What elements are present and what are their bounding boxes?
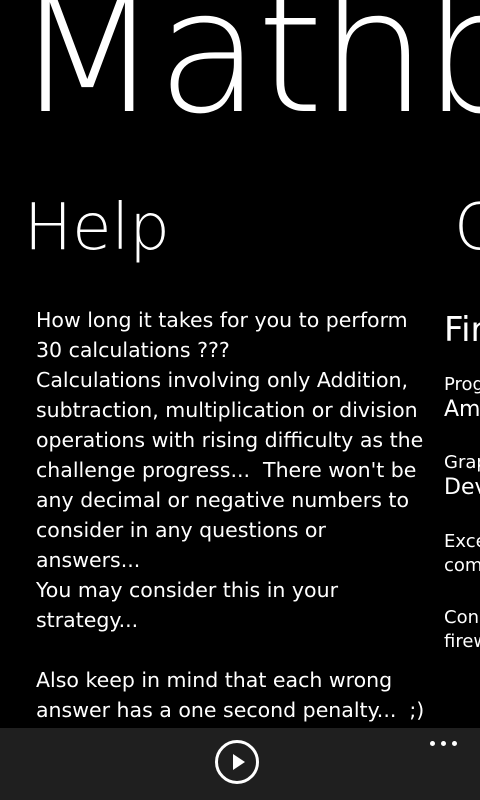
help-text: How long it takes for you to perform 30 … bbox=[36, 308, 425, 722]
ellipsis-icon bbox=[430, 741, 435, 746]
credits-note: Exce com bbox=[444, 530, 480, 578]
credits-item-programmer: Prog Am bbox=[444, 374, 480, 424]
more-options-button[interactable] bbox=[426, 732, 462, 752]
credits-item-value: Dev bbox=[444, 475, 480, 500]
panorama-title: Mathb bbox=[14, 0, 480, 152]
credits-note-line: firew bbox=[444, 631, 480, 652]
app-bar bbox=[0, 728, 480, 800]
help-section-header[interactable]: Help bbox=[24, 196, 170, 260]
credits-item-label: Grap bbox=[444, 452, 480, 473]
screen: Mathb Help C How long it takes for you t… bbox=[0, 0, 480, 800]
credits-item-value: Am bbox=[444, 397, 480, 422]
credits-item-graphics: Grap Dev bbox=[444, 452, 480, 502]
ellipsis-icon bbox=[452, 741, 457, 746]
play-button[interactable] bbox=[215, 740, 259, 784]
credits-panel: Fir Prog Am Grap Dev Exce com Con firew bbox=[444, 308, 480, 682]
credits-section-header[interactable]: C bbox=[454, 196, 480, 260]
ellipsis-icon bbox=[441, 741, 446, 746]
credits-title: Fir bbox=[444, 310, 480, 350]
credits-note: Con firew bbox=[444, 606, 480, 654]
credits-note-line: Exce bbox=[444, 531, 480, 552]
credits-item-label: Prog bbox=[444, 374, 480, 395]
play-icon bbox=[233, 754, 245, 770]
credits-note-line: Con bbox=[444, 607, 479, 628]
credits-note-line: com bbox=[444, 555, 480, 576]
